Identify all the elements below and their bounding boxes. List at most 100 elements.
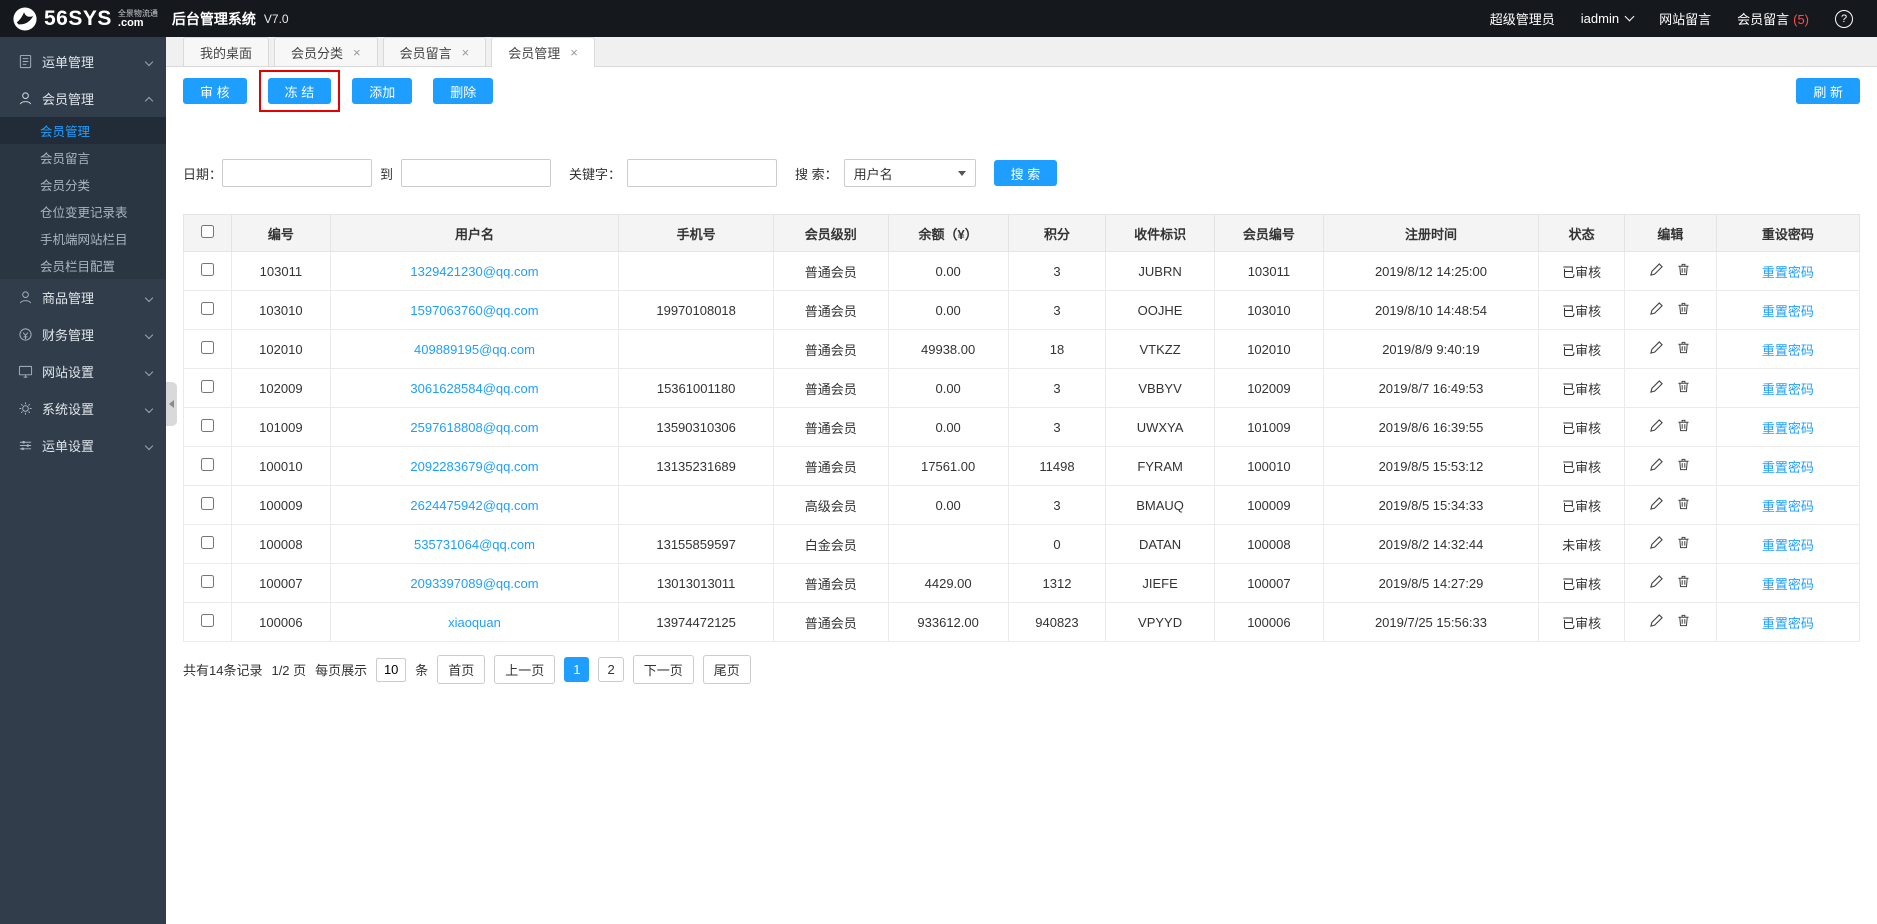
edit-icon[interactable] <box>1650 614 1664 630</box>
page-2-button[interactable]: 2 <box>598 657 624 682</box>
row-checkbox[interactable] <box>201 341 215 354</box>
sidebar-group-label: 运单设置 <box>42 439 95 454</box>
username-link[interactable]: 409889195@qq.com <box>414 342 535 357</box>
reset-password-link[interactable]: 重置密码 <box>1762 304 1814 319</box>
tab-member-messages[interactable]: 会员留言 × <box>382 37 487 66</box>
row-checkbox[interactable] <box>201 263 215 276</box>
date-to-input[interactable] <box>401 159 552 187</box>
row-checkbox[interactable] <box>201 380 215 393</box>
add-button[interactable]: 添加 <box>352 78 413 104</box>
search-button[interactable]: 搜 索 <box>993 160 1058 186</box>
tab-close-icon[interactable]: × <box>353 45 361 60</box>
search-type-select[interactable]: 用户名 <box>843 159 976 187</box>
next-page-button[interactable]: 下一页 <box>632 655 694 684</box>
sidebar-group-system-settings[interactable]: 系统设置 <box>0 390 166 427</box>
tab-member-categories[interactable]: 会员分类 × <box>274 37 378 66</box>
sidebar-group-finance-management[interactable]: 财务管理 <box>0 316 166 353</box>
phone-cell: 19970108018 <box>618 290 774 330</box>
site-messages-link[interactable]: 网站留言 <box>1659 9 1711 28</box>
date-from-input[interactable] <box>222 159 373 187</box>
edit-icon[interactable] <box>1650 263 1664 279</box>
member-messages-link[interactable]: 会员留言 (5) <box>1737 9 1809 28</box>
row-checkbox[interactable] <box>201 302 215 315</box>
top-header: 56SYS 全景物流通 .com 后台管理系统 V7.0 超级管理员 iadmi… <box>0 0 1877 37</box>
delete-icon[interactable] <box>1677 614 1690 630</box>
username-link[interactable]: 2093397089@qq.com <box>410 576 538 591</box>
delete-icon[interactable] <box>1677 302 1690 318</box>
per-page-input[interactable] <box>376 657 407 682</box>
edit-icon[interactable] <box>1650 341 1664 357</box>
row-checkbox[interactable] <box>201 458 215 471</box>
tab-close-icon[interactable]: × <box>462 45 470 60</box>
page-1-button[interactable]: 1 <box>564 657 590 682</box>
row-checkbox[interactable] <box>201 614 215 627</box>
reset-password-link[interactable]: 重置密码 <box>1762 577 1814 592</box>
tab-my-desktop[interactable]: 我的桌面 <box>183 37 270 66</box>
edit-icon[interactable] <box>1650 302 1664 318</box>
delete-icon[interactable] <box>1677 341 1690 357</box>
delete-icon[interactable] <box>1677 575 1690 591</box>
sidebar-group-waybill-settings[interactable]: 运单设置 <box>0 427 166 464</box>
select-all-checkbox[interactable] <box>201 225 215 238</box>
prev-page-button[interactable]: 上一页 <box>494 655 556 684</box>
freeze-button[interactable]: 冻 结 <box>267 78 332 104</box>
balance-cell: 0.00 <box>887 485 1009 525</box>
sidebar-group-waybill-management[interactable]: 运单管理 <box>0 43 166 80</box>
delete-icon[interactable] <box>1677 263 1690 279</box>
edit-icon[interactable] <box>1650 380 1664 396</box>
refresh-button[interactable]: 刷 新 <box>1796 78 1860 104</box>
user-menu[interactable]: iadmin <box>1581 11 1635 26</box>
help-icon[interactable]: ? <box>1835 9 1853 28</box>
tab-close-icon[interactable]: × <box>570 45 578 60</box>
username-link[interactable]: 2624475942@qq.com <box>410 498 538 513</box>
username-link[interactable]: 2597618808@qq.com <box>410 420 538 435</box>
sidebar-item-warehouse-change-log[interactable]: 仓位变更记录表 <box>0 198 166 225</box>
sidebar-group-goods-management[interactable]: 商品管理 <box>0 279 166 316</box>
edit-icon[interactable] <box>1650 497 1664 513</box>
reset-password-link[interactable]: 重置密码 <box>1762 538 1814 553</box>
sidebar-collapse-handle[interactable] <box>166 382 177 426</box>
row-checkbox[interactable] <box>201 575 215 588</box>
sidebar-group-website-settings[interactable]: 网站设置 <box>0 353 166 390</box>
edit-icon[interactable] <box>1650 575 1664 591</box>
row-checkbox[interactable] <box>201 497 215 510</box>
row-checkbox[interactable] <box>201 536 215 549</box>
username-link[interactable]: 1597063760@qq.com <box>410 303 538 318</box>
reset-password-link[interactable]: 重置密码 <box>1762 616 1814 631</box>
delete-icon[interactable] <box>1677 380 1690 396</box>
reset-password-link[interactable]: 重置密码 <box>1762 382 1814 397</box>
sidebar-item-member-column-config[interactable]: 会员栏目配置 <box>0 252 166 279</box>
reset-password-link[interactable]: 重置密码 <box>1762 460 1814 475</box>
delete-icon[interactable] <box>1677 536 1690 552</box>
sidebar-item-member-messages[interactable]: 会员留言 <box>0 144 166 171</box>
last-page-button[interactable]: 尾页 <box>702 655 751 684</box>
username-link[interactable]: 3061628584@qq.com <box>410 381 538 396</box>
username-link[interactable]: 1329421230@qq.com <box>410 264 538 279</box>
sidebar-item-mobile-site-columns[interactable]: 手机端网站栏目 <box>0 225 166 252</box>
table-row: 101009 2597618808@qq.com 13590310306 普通会员 0.… <box>182 407 1861 447</box>
username-link[interactable]: 2092283679@qq.com <box>410 459 538 474</box>
col-header-member-no: 会员编号 <box>1213 214 1324 252</box>
reset-password-link[interactable]: 重置密码 <box>1762 265 1814 280</box>
reset-password-link[interactable]: 重置密码 <box>1762 343 1814 358</box>
delete-icon[interactable] <box>1677 497 1690 513</box>
username-link[interactable]: 535731064@qq.com <box>414 537 535 552</box>
audit-button[interactable]: 审 核 <box>183 78 247 104</box>
edit-icon[interactable] <box>1650 458 1664 474</box>
sidebar-item-member-management[interactable]: 会员管理 <box>0 117 166 144</box>
row-checkbox[interactable] <box>201 419 215 432</box>
username-link[interactable]: xiaoquan <box>448 615 501 630</box>
reset-password-link[interactable]: 重置密码 <box>1762 499 1814 514</box>
delete-icon[interactable] <box>1677 458 1690 474</box>
delete-button[interactable]: 删除 <box>433 78 494 104</box>
reset-password-link[interactable]: 重置密码 <box>1762 421 1814 436</box>
edit-icon[interactable] <box>1650 536 1664 552</box>
select-all-cell <box>182 214 233 252</box>
first-page-button[interactable]: 首页 <box>437 655 486 684</box>
sidebar-group-member-management[interactable]: 会员管理 <box>0 80 166 117</box>
delete-icon[interactable] <box>1677 419 1690 435</box>
tab-member-management[interactable]: 会员管理 × <box>491 37 595 67</box>
sidebar-item-member-categories[interactable]: 会员分类 <box>0 171 166 198</box>
keyword-input[interactable] <box>627 159 778 187</box>
edit-icon[interactable] <box>1650 419 1664 435</box>
